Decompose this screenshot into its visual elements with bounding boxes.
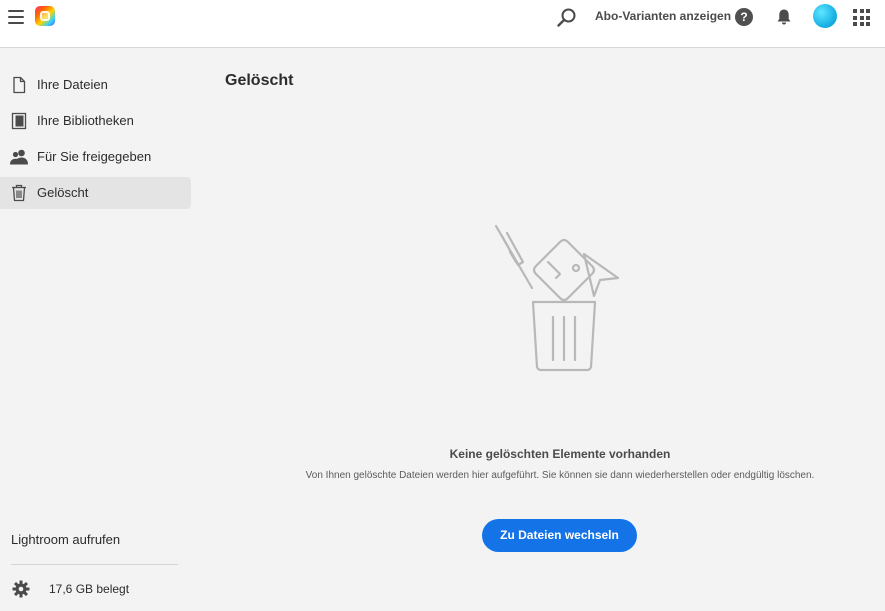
search-icon[interactable] <box>556 7 578 29</box>
bell-icon[interactable] <box>775 8 793 26</box>
view-plans-link[interactable]: Abo-Varianten anzeigen <box>595 8 731 24</box>
empty-state-description: Von Ihnen gelöschte Dateien werden hier … <box>305 470 815 481</box>
library-icon <box>11 112 27 130</box>
sidebar: Ihre Dateien Ihre Bibliotheken Für Sie f… <box>0 49 200 611</box>
sidebar-item-your-files[interactable]: Ihre Dateien <box>0 69 191 101</box>
go-to-files-button[interactable]: Zu Dateien wechseln <box>482 519 637 552</box>
sidebar-item-label: Ihre Bibliotheken <box>37 113 134 128</box>
storage-usage: 17,6 GB belegt <box>49 582 130 596</box>
sidebar-item-label: Für Sie freigegeben <box>37 149 152 164</box>
trash-icon <box>12 184 26 202</box>
empty-state-title: Keine gelöschten Elemente vorhanden <box>449 447 671 461</box>
shared-users-icon <box>10 149 28 165</box>
sidebar-item-shared-with-you[interactable]: Für Sie freigegeben <box>0 141 191 173</box>
avatar[interactable] <box>813 4 837 28</box>
menu-icon[interactable] <box>8 10 24 24</box>
sidebar-divider <box>11 564 178 565</box>
lightroom-link[interactable]: Lightroom aufrufen <box>11 532 120 548</box>
sidebar-item-label: Gelöscht <box>37 185 89 200</box>
sidebar-item-deleted[interactable]: Gelöscht <box>0 177 191 209</box>
sidebar-item-label: Ihre Dateien <box>37 77 108 92</box>
page-title: Gelöscht <box>225 72 294 89</box>
empty-trash-illustration <box>494 224 620 372</box>
help-icon[interactable]: ? <box>735 8 753 26</box>
sidebar-item-your-libraries[interactable]: Ihre Bibliotheken <box>0 105 191 137</box>
gear-icon[interactable] <box>12 580 30 598</box>
creative-cloud-logo[interactable] <box>35 6 55 26</box>
apps-grid-icon[interactable] <box>853 9 870 26</box>
top-bar: Abo-Varianten anzeigen ? <box>0 0 885 48</box>
file-icon <box>13 76 26 94</box>
